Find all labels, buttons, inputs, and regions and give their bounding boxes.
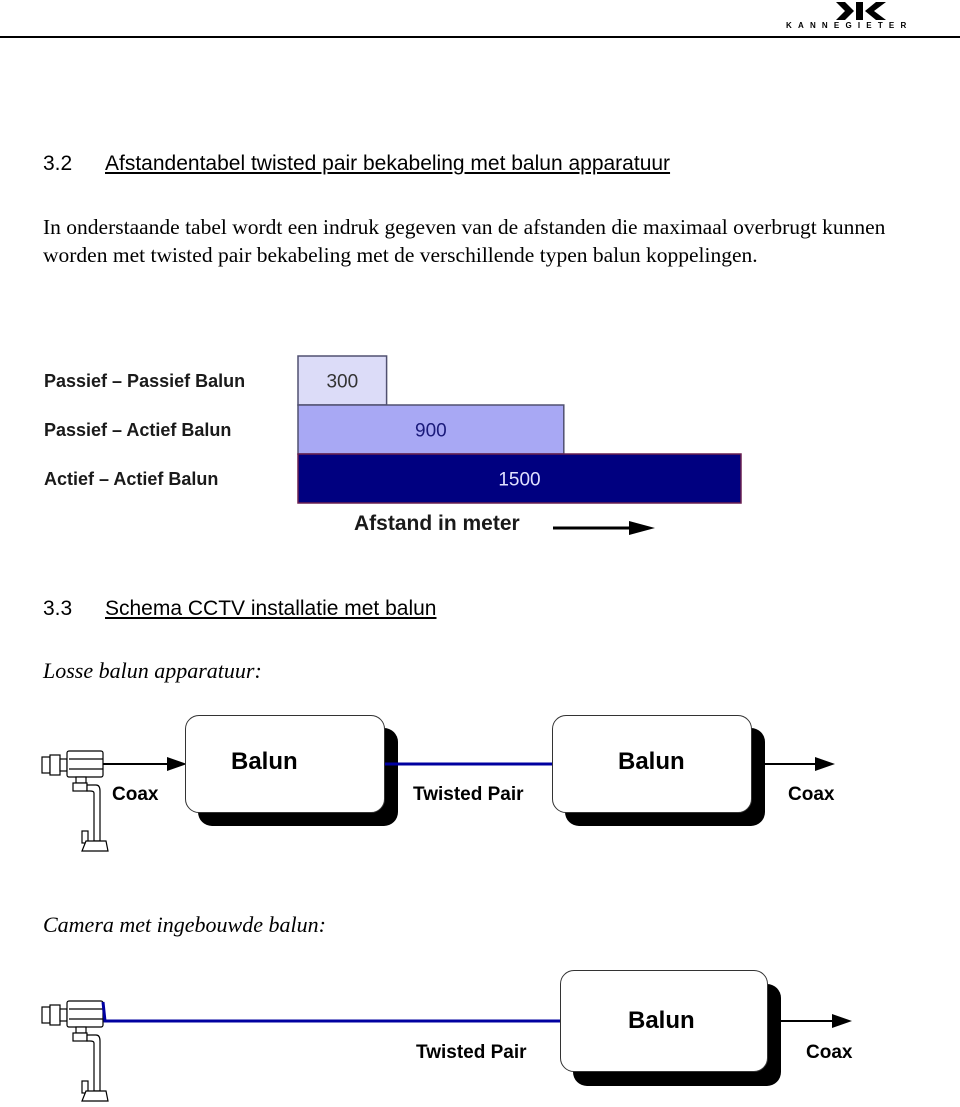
diagram-integrated-balun: Twisted Pair Balun Coax (0, 960, 960, 1107)
twisted-pair-cable (385, 762, 555, 766)
x-axis-arrow-icon (553, 521, 655, 535)
diagram-separate-balun: Coax Balun Twisted Pair Balun Coax (0, 700, 960, 870)
coax-label-right: Coax (788, 784, 835, 805)
balun-label: Balun (231, 748, 298, 775)
header-rule (0, 36, 960, 38)
coax-arrow-left (103, 757, 187, 771)
balun-label: Balun (618, 748, 685, 775)
coax-arrow-right (765, 757, 835, 771)
x-axis-label: Afstand in meter (354, 512, 520, 535)
balun-box: Balun (560, 970, 768, 1072)
section-title: Schema CCTV installatie met balun (105, 597, 437, 620)
distance-chart: Passief – Passief Balun Passief – Actief … (0, 340, 960, 550)
twisted-pair-label: Twisted Pair (416, 1042, 527, 1063)
logo-text: KANNEGIETER (786, 21, 913, 30)
twisted-pair-cable (101, 1001, 562, 1023)
section-title: Afstandentabel twisted pair bekabeling m… (105, 152, 671, 175)
coax-arrow-right (768, 1014, 852, 1028)
bar-value-label: 1500 (498, 470, 540, 491)
twisted-pair-label: Twisted Pair (413, 784, 524, 805)
subheading-losse-balun: Losse balun apparatuur: (43, 658, 262, 683)
kannegieter-k-logo-icon (836, 2, 886, 20)
section-heading-3-2: 3.2 Afstandentabel twisted pair bekabeli… (43, 152, 843, 178)
bar-value-label: 300 (326, 372, 358, 393)
balun-box-left: Balun (185, 715, 385, 813)
coax-label-left: Coax (112, 784, 159, 805)
subheading-camera-ingebouwd: Camera met ingebouwde balun: (43, 912, 326, 937)
bar-value-label: 900 (415, 421, 447, 442)
company-logo: KANNEGIETER (786, 2, 938, 32)
balun-label: Balun (628, 1007, 695, 1034)
balun-box-right: Balun (552, 715, 752, 813)
cctv-camera-icon (41, 750, 109, 852)
intro-paragraph: In onderstaande tabel wordt een indruk g… (43, 215, 886, 267)
section-number: 3.2 (43, 152, 73, 175)
section-heading-3-3: 3.3 Schema CCTV installatie met balun (43, 597, 643, 623)
coax-label: Coax (806, 1042, 853, 1063)
section-number: 3.3 (43, 597, 73, 620)
